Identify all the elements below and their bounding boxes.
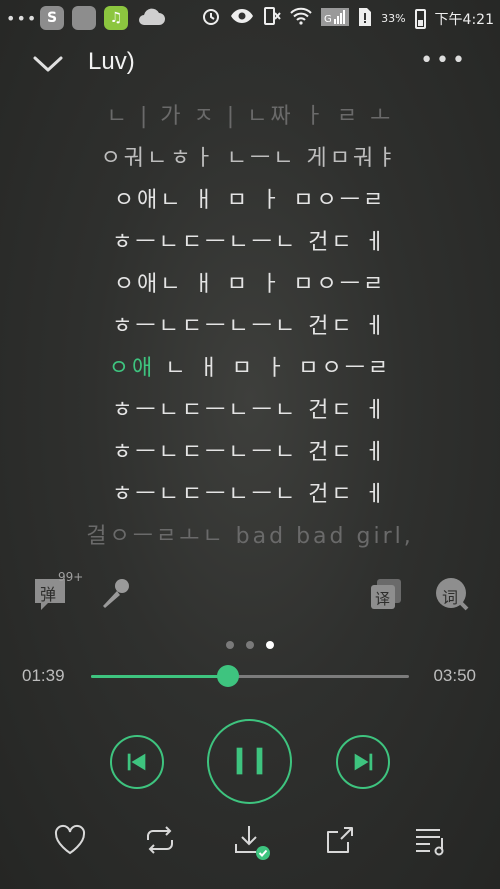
- lyric-line: ㅇ애ㄴ ㅐ ㅁ ㅏ ㅁㅇㅡㄹ: [113, 188, 387, 213]
- pause-button[interactable]: [207, 719, 292, 804]
- player-header: Luv) •••: [0, 40, 500, 90]
- elapsed-time: 01:39: [22, 666, 65, 685]
- repeat-icon[interactable]: [142, 822, 178, 858]
- pause-icon: [236, 747, 263, 775]
- overflow-notification: •••: [6, 8, 38, 28]
- lyric-line: ㅎㅡㄴㄷㅡㄴㅡㄴ 건ㄷ ㅔ: [112, 440, 388, 465]
- eye-icon: [230, 8, 254, 29]
- lyrics-style-button[interactable]: 词: [434, 576, 472, 614]
- danmaku-count-badge: 99+: [58, 570, 84, 584]
- next-button[interactable]: [336, 735, 390, 789]
- lyric-line: ㅎㅡㄴㄷㅡㄴㅡㄴ 건ㄷ ㅔ: [112, 482, 388, 507]
- seek-handle[interactable]: [216, 665, 239, 687]
- lyric-tools: 弹 99+ 译 词: [0, 570, 500, 618]
- app-grid-icon: [72, 6, 96, 30]
- clock: 下午4:21: [434, 11, 494, 28]
- page-dot[interactable]: [266, 641, 274, 649]
- svg-text:G: G: [324, 14, 332, 25]
- download-icon[interactable]: [232, 822, 270, 860]
- progress-bar: 01:39 03:50: [0, 660, 500, 692]
- playlist-icon[interactable]: [412, 822, 448, 858]
- share-icon[interactable]: [322, 822, 358, 858]
- lyric-line: 걸ㅇㅡㄹㅗㄴ bad bad girl,: [86, 524, 414, 549]
- song-title: Luv): [88, 48, 135, 75]
- total-time: 03:50: [433, 666, 476, 685]
- alarm-icon: [201, 6, 221, 31]
- status-bar: ••• S ♫ G 33% 下午4:21: [0, 0, 500, 36]
- signal-icon: G: [321, 7, 350, 30]
- bottom-actions: [0, 818, 500, 864]
- playback-controls: [0, 716, 500, 806]
- lyric-line: ㅎㅡㄴㄷㅡㄴㅡㄴ 건ㄷ ㅔ: [112, 230, 388, 255]
- current-lyric-line: ㅇ애 ㄴ ㅐ ㅁ ㅏ ㅁㅇㅡㄹ: [0, 348, 500, 390]
- lyric-unsung-part: ㄴ ㅐ ㅁ ㅏ ㅁㅇㅡㄹ: [165, 356, 392, 381]
- status-left: ••• S ♫: [6, 5, 166, 31]
- page-dot[interactable]: [246, 641, 254, 649]
- lyric-line: ㅎㅡㄴㄷㅡㄴㅡㄴ 건ㄷ ㅔ: [112, 398, 388, 423]
- lyrics-label: 词: [442, 588, 459, 607]
- battery-icon: [414, 8, 426, 29]
- sim-alert-icon: [358, 7, 372, 31]
- status-right: G 33% 下午4:21: [201, 6, 494, 31]
- previous-button[interactable]: [110, 735, 164, 789]
- more-icon[interactable]: •••: [420, 48, 468, 73]
- translate-label: 译: [375, 590, 391, 608]
- seek-fill: [91, 675, 228, 678]
- silent-mode-icon: [263, 6, 281, 31]
- music-app-icon: ♫: [104, 6, 128, 30]
- battery-percent: 33%: [381, 12, 406, 25]
- wifi-icon: [290, 7, 312, 30]
- chevron-down-icon[interactable]: [30, 46, 66, 82]
- danmaku-label: 弹: [40, 585, 57, 604]
- sogou-app-icon: S: [40, 6, 64, 30]
- lyric-line: ㅇ궈ㄴㅎㅏ ㄴㅡㄴ 게ㅁ궈ㅑ: [100, 146, 400, 171]
- translate-button[interactable]: 译: [368, 576, 406, 614]
- lyric-line: ㅇ애ㄴ ㅐ ㅁ ㅏ ㅁㅇㅡㄹ: [113, 272, 387, 297]
- heart-icon[interactable]: [52, 822, 88, 858]
- lyrics-panel[interactable]: ㄴ | 가 ㅈ | ㄴ짜 ㅏ ㄹ ㅗㅇ궈ㄴㅎㅏ ㄴㅡㄴ 게ㅁ궈ㅑ ㅇ애ㄴ ㅐ ㅁ …: [0, 96, 500, 558]
- lyric-line: ㅎㅡㄴㄷㅡㄴㅡㄴ 건ㄷ ㅔ: [112, 314, 388, 339]
- microphone-icon[interactable]: [98, 576, 136, 614]
- lyric-line: ㄴ | 가 ㅈ | ㄴ짜 ㅏ ㄹ ㅗ: [106, 104, 394, 129]
- page-indicator: [0, 634, 500, 653]
- next-icon: [354, 753, 373, 771]
- lyric-sung-part: ㅇ애: [108, 356, 156, 381]
- previous-icon: [127, 753, 146, 771]
- cloud-icon: [136, 5, 166, 31]
- page-dot[interactable]: [226, 641, 234, 649]
- seek-track[interactable]: [91, 665, 409, 687]
